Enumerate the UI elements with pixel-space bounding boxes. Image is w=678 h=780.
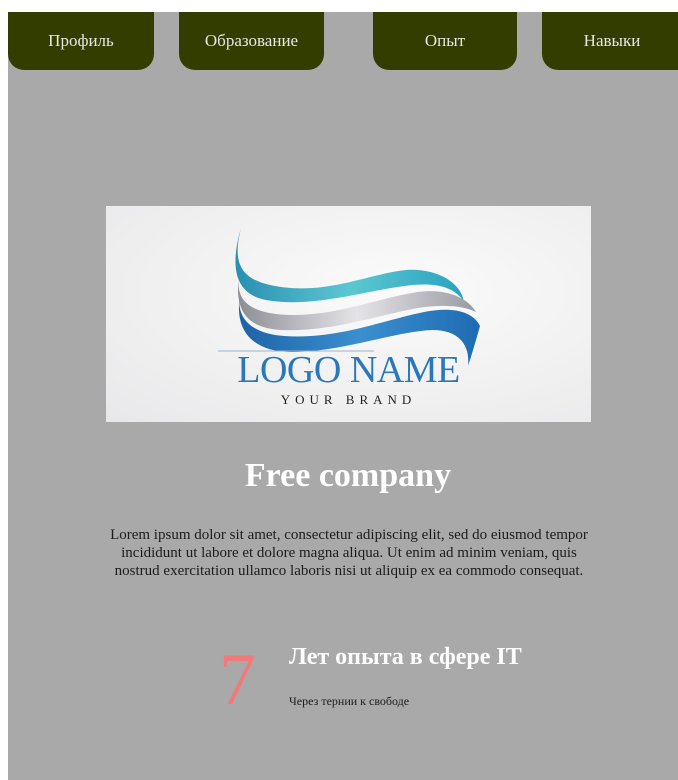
experience-years-number: 7: [219, 639, 256, 721]
logo-brand-text: YOUR BRAND: [280, 392, 417, 407]
company-title: Free company: [244, 457, 452, 494]
page: Профиль Образование Опыт Навыки LOGO NAM…: [8, 12, 678, 780]
company-logo: LOGO NAME YOUR BRAND: [106, 206, 591, 422]
nav-tab-label: Профиль: [48, 31, 114, 50]
logo-name-text: LOGO NAME: [237, 349, 460, 391]
nav-tab-profile[interactable]: Профиль: [8, 12, 154, 70]
nav-tab-label: Образование: [204, 31, 299, 50]
experience-subtitle: Через тернии к свободе: [289, 694, 410, 708]
nav-tab-experience[interactable]: Опыт: [373, 12, 517, 70]
company-description: Lorem ipsum dolor sit amet, consectetur …: [110, 527, 588, 579]
experience-title: Лет опыта в сфере IT: [289, 644, 522, 670]
nav-tab-label: Навыки: [583, 31, 641, 50]
nav-tab-skills[interactable]: Навыки: [542, 12, 678, 70]
nav-tab-education[interactable]: Образование: [179, 12, 324, 70]
nav-tab-label: Опыт: [424, 31, 466, 50]
